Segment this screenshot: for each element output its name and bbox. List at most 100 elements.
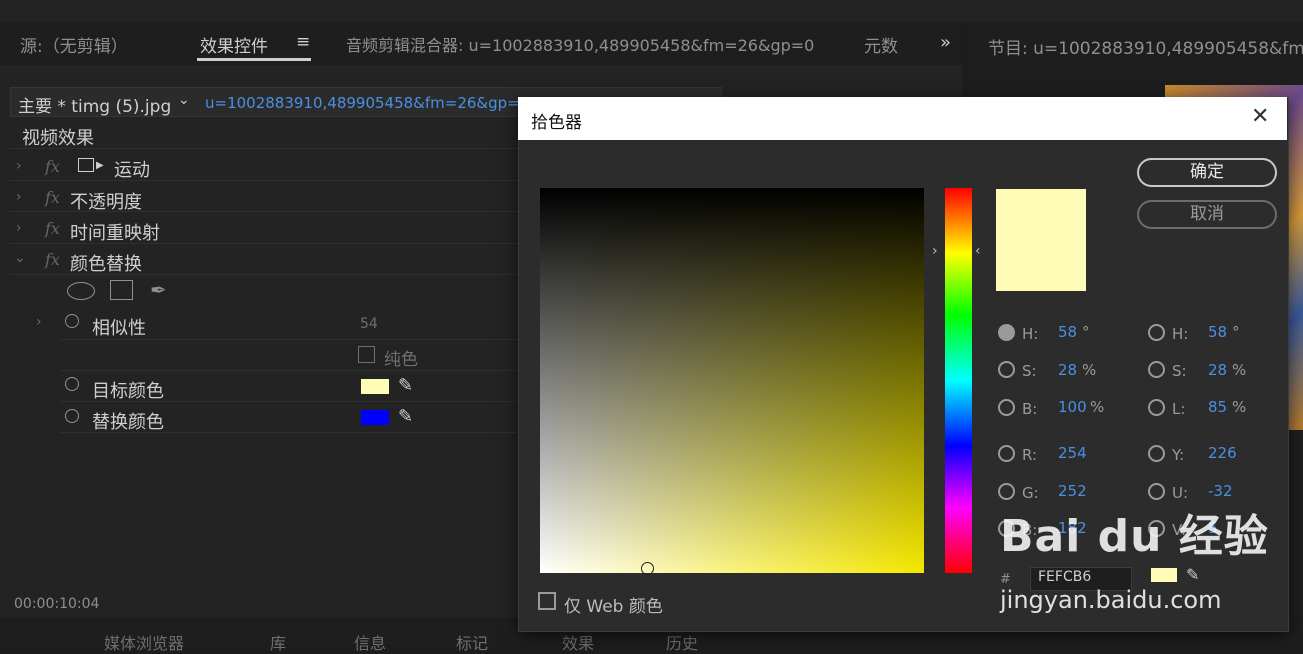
clip-name: 主要 * timg (5).jpg <box>18 97 172 117</box>
percent-unit: % <box>1090 398 1105 416</box>
tab-audio-clip-mixer[interactable]: 音频剪辑混合器: u=1002883910,489905458&fm=26&gp… <box>346 32 814 56</box>
chevron-right-icon[interactable]: › <box>16 158 22 174</box>
fx-icon[interactable]: fx <box>45 157 60 176</box>
hsb-hue-value[interactable]: 58 <box>1058 323 1077 341</box>
effect-color-replace[interactable]: 颜色替换 <box>70 250 142 276</box>
effect-time-remap[interactable]: 时间重映射 <box>70 219 160 245</box>
dialog-titlebar[interactable] <box>518 97 1287 140</box>
tab-info[interactable]: 信息 <box>354 630 386 654</box>
target-color-label: 目标颜色 <box>92 381 164 402</box>
hex-sign: # <box>1000 572 1011 587</box>
percent-unit: % <box>1082 361 1097 379</box>
hsb-brightness-label: B: <box>1022 400 1038 418</box>
fx-icon[interactable]: fx <box>45 188 60 207</box>
similarity-value[interactable]: 54 <box>360 316 378 332</box>
hex-value[interactable]: FEFCB6 <box>1038 569 1091 585</box>
web-colors-only-checkbox[interactable] <box>538 592 556 610</box>
tab-effects[interactable]: 效果 <box>562 630 594 654</box>
fx-icon[interactable]: fx <box>45 250 60 269</box>
divider <box>10 243 518 244</box>
yuv-y-value[interactable]: 226 <box>1208 444 1237 462</box>
saturation-brightness-field[interactable] <box>540 188 924 573</box>
eyedropper-icon[interactable]: ✎ <box>1186 565 1199 584</box>
hsb-hue-radio[interactable] <box>998 324 1015 341</box>
hsb-brightness-value[interactable]: 100 <box>1058 398 1087 416</box>
ok-button[interactable]: 确定 <box>1137 158 1277 187</box>
hsl-saturation-radio[interactable] <box>1148 361 1165 378</box>
tab-effect-controls[interactable]: 效果控件 <box>200 32 268 57</box>
motion-transform-icon[interactable] <box>78 158 94 172</box>
replace-color-swatch[interactable] <box>361 410 389 425</box>
hsl-lightness-value[interactable]: 85 <box>1208 398 1227 416</box>
hsb-brightness-radio[interactable] <box>998 399 1015 416</box>
pen-mask-icon[interactable]: ✒ <box>150 278 167 302</box>
similarity-label: 相似性 <box>92 318 146 339</box>
color-field-cursor[interactable] <box>641 562 654 575</box>
hsl-hue-radio[interactable] <box>1148 324 1165 341</box>
stopwatch-icon[interactable] <box>65 377 79 391</box>
hue-slider-right-arrow-icon[interactable]: ‹ <box>975 243 981 259</box>
degree-unit: ° <box>1082 323 1090 341</box>
hsb-saturation-label: S: <box>1022 362 1037 380</box>
rgb-red-label: R: <box>1022 446 1038 464</box>
percent-unit: % <box>1232 361 1247 379</box>
percent-unit: % <box>1232 398 1247 416</box>
tab-metadata[interactable]: 元数 <box>864 32 898 57</box>
hue-slider-left-arrow-icon[interactable]: › <box>932 243 938 259</box>
chevron-right-icon[interactable]: › <box>36 314 42 330</box>
tab-overflow-icon[interactable]: » <box>940 32 951 53</box>
tab-markers[interactable]: 标记 <box>456 630 488 654</box>
hsl-hue-value[interactable]: 58 <box>1208 323 1227 341</box>
sequence-link[interactable]: u=1002883910,489905458&fm=26&gp=0 * <box>205 94 542 112</box>
divider <box>10 148 518 149</box>
current-color-preview <box>996 189 1086 291</box>
hsl-saturation-label: S: <box>1172 362 1187 380</box>
divider <box>10 211 518 212</box>
chevron-down-icon[interactable]: ⌄ <box>178 92 190 108</box>
stopwatch-icon[interactable] <box>65 409 79 423</box>
tab-source[interactable]: 源:（无剪辑） <box>20 32 128 57</box>
hsb-saturation-radio[interactable] <box>998 361 1015 378</box>
divider <box>10 180 518 181</box>
tab-media-browser[interactable]: 媒体浏览器 <box>104 630 184 654</box>
cancel-button[interactable]: 取消 <box>1137 200 1277 229</box>
divider <box>60 370 518 371</box>
hsb-hue-label: H: <box>1022 325 1039 343</box>
solid-color-checkbox[interactable] <box>358 346 375 363</box>
ellipse-mask-icon[interactable] <box>67 282 95 300</box>
yuv-y-radio[interactable] <box>1148 445 1165 462</box>
rgb-red-value[interactable]: 254 <box>1058 444 1087 462</box>
close-icon[interactable]: ✕ <box>1251 106 1269 128</box>
target-color-swatch[interactable] <box>361 379 389 394</box>
rgb-green-radio[interactable] <box>998 483 1015 500</box>
web-colors-only-label: 仅 Web 颜色 <box>564 597 663 617</box>
divider <box>60 432 518 433</box>
chevron-down-icon[interactable]: ⌄ <box>14 250 26 266</box>
hsb-saturation-value[interactable]: 28 <box>1058 361 1077 379</box>
dialog-title: 拾色器 <box>531 113 582 133</box>
eyedropper-icon[interactable]: ✎ <box>398 375 413 396</box>
divider <box>60 401 518 402</box>
tab-program-monitor[interactable]: 节目: u=1002883910,489905458&fm=26 <box>988 34 1303 59</box>
eyedropper-icon[interactable]: ✎ <box>398 406 413 427</box>
tab-history[interactable]: 历史 <box>666 630 698 654</box>
fx-icon[interactable]: fx <box>45 219 60 238</box>
tab-libraries[interactable]: 库 <box>270 630 286 654</box>
effect-motion[interactable]: 运动 <box>114 156 150 182</box>
rectangle-mask-icon[interactable] <box>110 280 133 300</box>
chevron-right-icon[interactable]: › <box>16 220 22 236</box>
hue-slider[interactable] <box>945 188 972 573</box>
tab-menu-icon[interactable]: ≡ <box>296 32 310 52</box>
yuv-u-radio[interactable] <box>1148 483 1165 500</box>
web-safe-swatch <box>1151 568 1177 582</box>
rgb-red-radio[interactable] <box>998 445 1015 462</box>
hsl-lightness-radio[interactable] <box>1148 399 1165 416</box>
stopwatch-icon[interactable] <box>65 314 79 328</box>
hsl-lightness-label: L: <box>1172 400 1186 418</box>
hsl-saturation-value[interactable]: 28 <box>1208 361 1227 379</box>
rgb-green-value[interactable]: 252 <box>1058 482 1087 500</box>
current-timecode[interactable]: 00:00:10:04 <box>14 596 99 612</box>
yuv-u-value[interactable]: -32 <box>1208 482 1233 500</box>
chevron-right-icon[interactable]: › <box>16 189 22 205</box>
active-tab-indicator <box>197 58 311 61</box>
